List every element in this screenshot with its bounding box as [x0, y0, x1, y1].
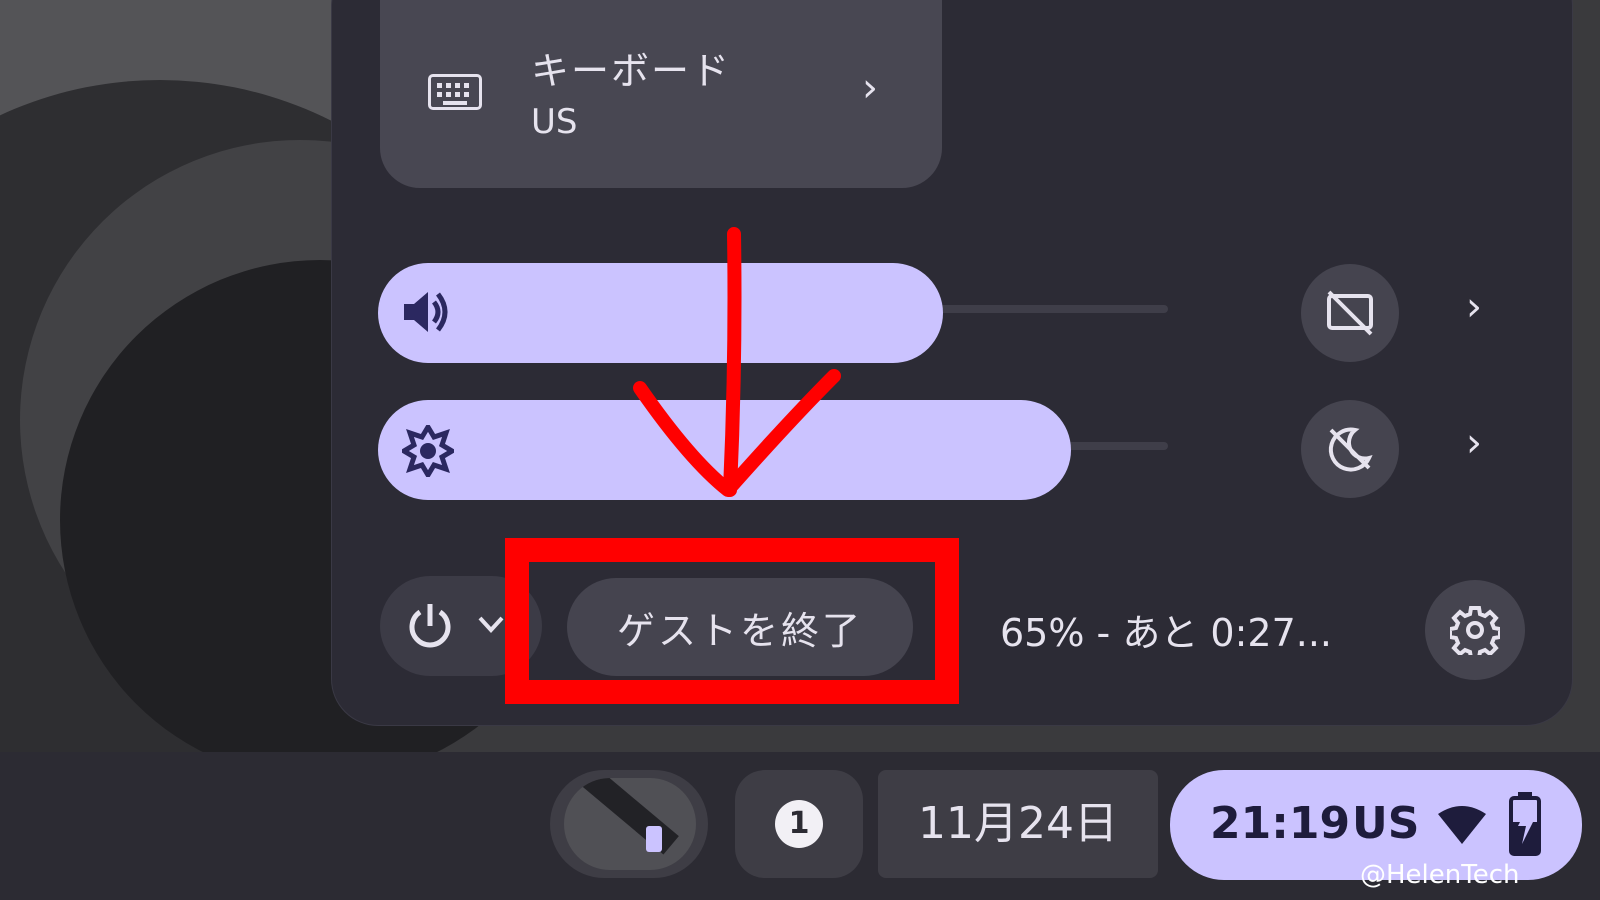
notification-count: 1	[775, 800, 823, 848]
annotation-highlight-box	[505, 538, 959, 704]
wifi-icon	[1438, 806, 1486, 844]
desk-preview-shape	[579, 778, 679, 855]
notification-counter[interactable]: 1	[735, 770, 863, 878]
desk-preview	[564, 778, 696, 870]
desk-thumbnail[interactable]	[550, 770, 708, 878]
ime-indicator: US	[1352, 798, 1420, 849]
clock: 21:19	[1210, 798, 1351, 849]
watermark: @HelenTech	[1360, 860, 1520, 890]
desk-preview-window	[646, 826, 662, 852]
date-tray[interactable]: 11月24日	[878, 770, 1158, 878]
battery-charging-icon	[1509, 792, 1541, 856]
